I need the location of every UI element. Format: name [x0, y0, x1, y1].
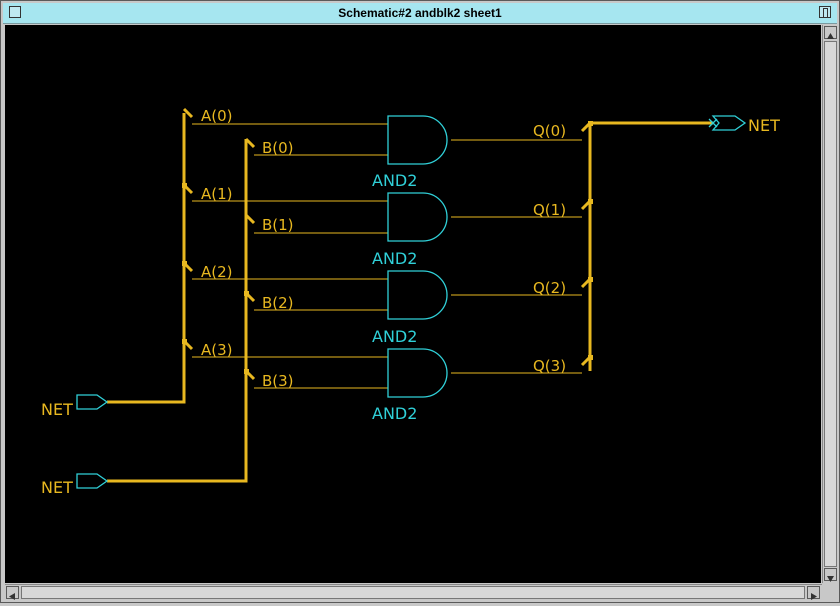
input-port-a-label: NET [41, 400, 73, 419]
label-a-0: A(0) [201, 107, 233, 125]
schematic-canvas[interactable]: A(0) A(1) A(2) A(3) B(0) B(1) B(2) B(3) … [5, 25, 821, 583]
label-q-3: Q(3) [533, 357, 566, 375]
and-gate-3 [387, 348, 448, 398]
vertical-scrollbar[interactable] [822, 25, 838, 583]
label-a-2: A(2) [201, 263, 233, 281]
label-q-2: Q(2) [533, 279, 566, 297]
schematic-window: Schematic#2 andblk2 sheet1 A(0) A(1) A(2… [0, 0, 840, 603]
maximize-icon[interactable] [819, 6, 831, 18]
label-q-0: Q(0) [533, 122, 566, 140]
bus-a [107, 113, 186, 404]
scrollbar-corner [822, 584, 837, 600]
vertical-scroll-thumb[interactable] [824, 41, 837, 567]
output-port-label: NET [748, 116, 780, 135]
label-a-3: A(3) [201, 341, 233, 359]
scroll-right-icon[interactable] [807, 586, 820, 600]
label-b-0: B(0) [262, 139, 294, 157]
scroll-left-icon[interactable] [6, 586, 19, 600]
gate-label-1: AND2 [372, 249, 417, 268]
input-port-b-label: NET [41, 478, 73, 497]
output-port [711, 115, 747, 131]
gate-label-3: AND2 [372, 404, 417, 423]
scroll-down-icon[interactable] [824, 568, 837, 582]
label-b-1: B(1) [262, 216, 294, 234]
and-gate-1 [387, 192, 448, 242]
input-port-a [76, 394, 109, 410]
label-q-1: Q(1) [533, 201, 566, 219]
label-b-2: B(2) [262, 294, 294, 312]
horizontal-scroll-thumb[interactable] [21, 586, 805, 599]
gate-label-0: AND2 [372, 171, 417, 190]
scroll-up-icon[interactable] [824, 26, 837, 39]
and-gate-2 [387, 270, 448, 320]
and-gate-0 [387, 115, 448, 165]
input-port-b [76, 473, 109, 489]
title-bar[interactable]: Schematic#2 andblk2 sheet1 [3, 3, 837, 24]
window-title: Schematic#2 andblk2 sheet1 [338, 6, 502, 20]
label-a-1: A(1) [201, 185, 233, 203]
horizontal-scrollbar[interactable] [5, 584, 822, 601]
schematic-drawing: A(0) A(1) A(2) A(3) B(0) B(1) B(2) B(3) … [41, 107, 780, 497]
label-b-3: B(3) [262, 372, 294, 390]
gate-label-2: AND2 [372, 327, 417, 346]
